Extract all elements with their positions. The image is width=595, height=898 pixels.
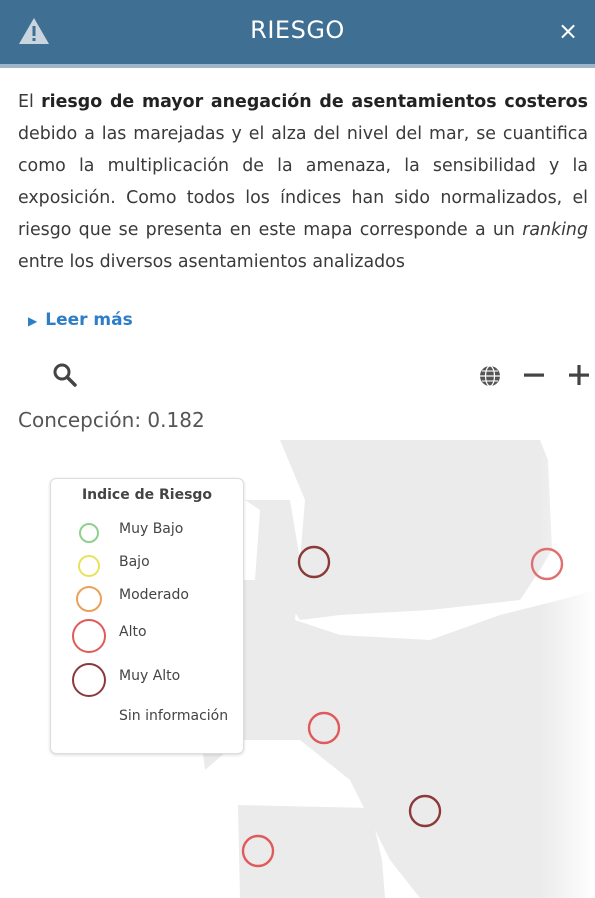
description-text: El riesgo de mayor anegación de asentami… [18, 92, 588, 272]
legend-swatch [76, 586, 102, 612]
globe-icon[interactable] [478, 364, 502, 388]
legend-item: Sin información [51, 704, 243, 744]
legend-title: Indice de Riesgo [81, 487, 213, 503]
dialog-title: RIESGO [250, 16, 345, 44]
legend-swatch [72, 663, 106, 697]
land-mass-upper [280, 440, 552, 620]
search-icon[interactable] [52, 362, 78, 388]
description-bold: riesgo de mayor anegación de asentamient… [41, 92, 588, 112]
close-button[interactable]: × [555, 18, 581, 44]
land-mass-lower [238, 805, 385, 898]
value-readout: Concepción: 0.182 [18, 408, 205, 432]
legend-panel: Indice de Riesgo Muy Bajo Bajo Moderado Alt… [50, 478, 244, 754]
legend-swatch [79, 523, 99, 543]
legend-label: Muy Alto [119, 668, 181, 684]
read-more-label: Leer más [45, 310, 133, 330]
legend-label: Moderado [119, 587, 189, 603]
zoom-out-button[interactable] [521, 362, 547, 388]
legend-label: Bajo [119, 554, 150, 570]
plus-icon [569, 365, 589, 385]
minus-icon [524, 373, 544, 377]
dialog-header: RIESGO × [0, 0, 595, 68]
legend-swatch [78, 555, 100, 577]
description-italic: ranking [522, 220, 588, 240]
legend-label: Sin información [119, 708, 229, 724]
legend-label: Muy Bajo [119, 521, 184, 537]
legend-item: Alto [51, 616, 243, 656]
read-more-link[interactable]: ▶ Leer más [28, 310, 133, 330]
caret-right-icon: ▶ [28, 314, 38, 328]
legend-item: Muy Alto [51, 660, 243, 700]
zoom-in-button[interactable] [566, 362, 592, 388]
legend-item: Moderado [51, 579, 243, 619]
legend-label: Alto [119, 624, 147, 640]
legend-swatch [72, 619, 106, 653]
